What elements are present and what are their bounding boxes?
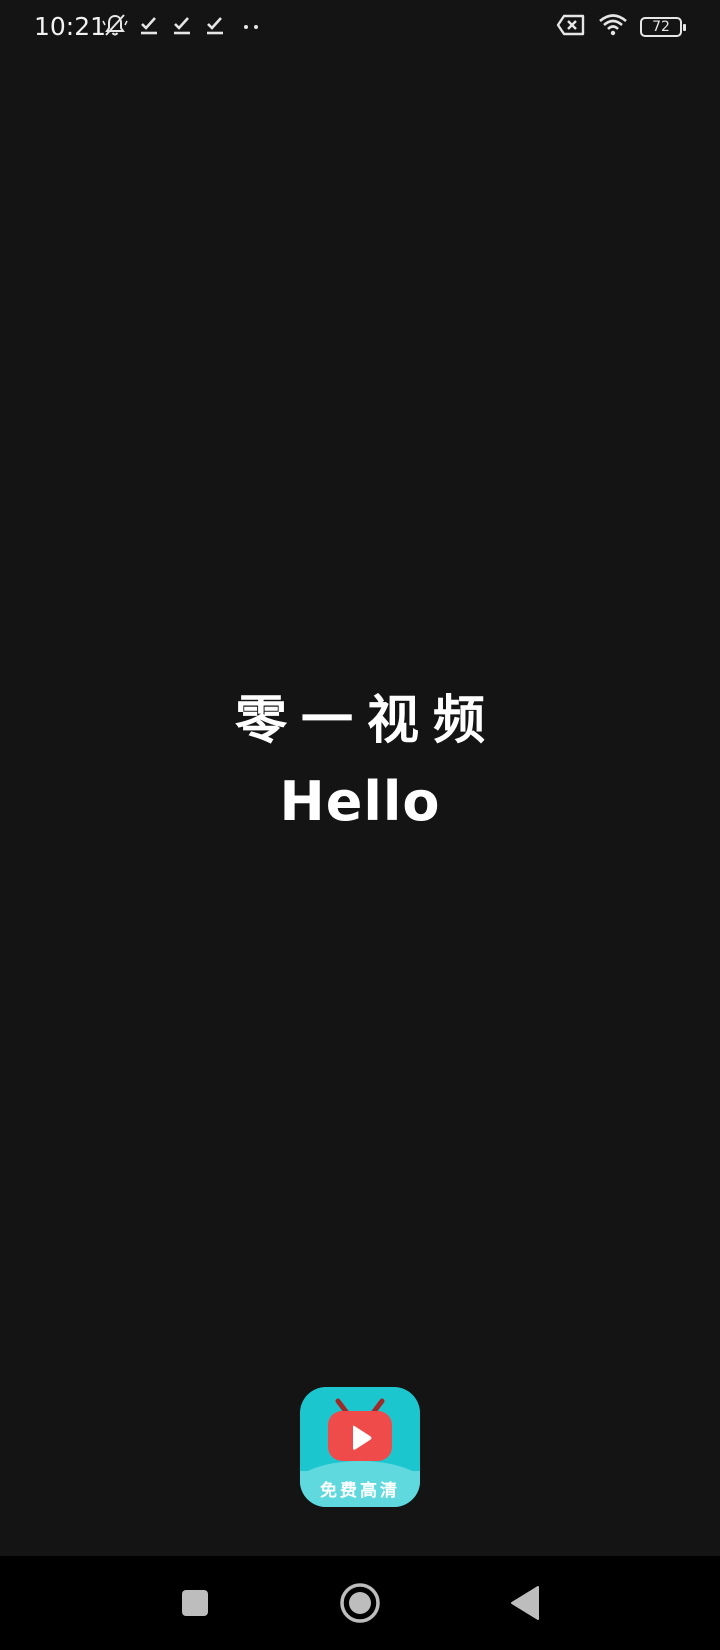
sim-off-icon xyxy=(556,13,586,41)
status-bar: 10:21 72 xyxy=(0,0,720,54)
splash-screen: 10:21 72 零一视频 Hello 免费高清 xyxy=(0,0,720,1650)
greeting-text: Hello xyxy=(279,770,441,833)
splash-content: 零一视频 Hello xyxy=(0,688,720,832)
status-right-icons: 72 xyxy=(544,12,686,42)
app-logo: 免费高清 xyxy=(300,1387,420,1507)
check-icon xyxy=(137,13,161,41)
navigation-bar xyxy=(0,1556,720,1650)
status-time: 10:21 xyxy=(34,12,107,41)
tv-play-icon xyxy=(328,1398,392,1461)
recents-button[interactable] xyxy=(170,1578,220,1628)
check-icon xyxy=(170,13,194,41)
app-title: 零一视频 xyxy=(234,691,499,751)
status-left-icons xyxy=(102,12,271,42)
wifi-icon xyxy=(598,13,628,41)
battery-icon: 72 xyxy=(640,17,686,37)
logo-caption: 免费高清 xyxy=(320,1481,400,1501)
notifications-muted-icon xyxy=(102,12,128,42)
home-icon xyxy=(340,1583,380,1623)
back-icon xyxy=(511,1586,539,1620)
home-button[interactable] xyxy=(335,1578,385,1628)
recents-icon xyxy=(182,1590,208,1616)
battery-level: 72 xyxy=(640,17,686,37)
back-button[interactable] xyxy=(500,1578,550,1628)
more-dots-icon xyxy=(242,13,262,41)
check-icon xyxy=(203,13,227,41)
